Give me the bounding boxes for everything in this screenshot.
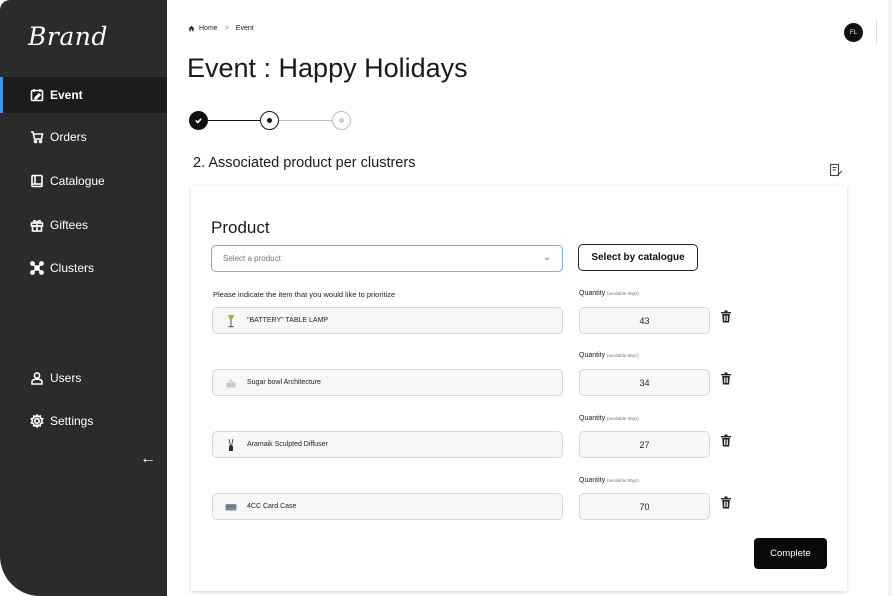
product-item-field[interactable]: "BATTERY" TABLE LAMP bbox=[212, 307, 563, 334]
quantity-input[interactable]: 27 bbox=[579, 431, 710, 458]
header-divider bbox=[876, 20, 877, 44]
edit-note-icon[interactable] bbox=[829, 163, 843, 177]
quantity-input[interactable]: 43 bbox=[579, 307, 710, 334]
calendar-edit-icon bbox=[30, 88, 44, 102]
quantity-label: Quantity (available 90pz) bbox=[579, 415, 639, 422]
complete-button[interactable]: Complete bbox=[754, 538, 827, 569]
sidebar: Brand Event Orders Catalogue Giftees Clu… bbox=[0, 0, 167, 596]
home-icon bbox=[188, 25, 195, 32]
sidebar-item-label: Giftees bbox=[50, 218, 89, 232]
book-icon bbox=[30, 174, 44, 188]
stepper-line-pending bbox=[279, 120, 332, 122]
breadcrumb-separator: > bbox=[224, 25, 229, 32]
trash-icon[interactable] bbox=[720, 496, 732, 509]
section-title: 2. Associated product per clustrers bbox=[193, 155, 416, 171]
breadcrumb-home[interactable]: Home bbox=[199, 25, 218, 32]
step-3-pending[interactable] bbox=[332, 111, 351, 130]
product-item-name: Aramaik Sculpted Diffuser bbox=[247, 441, 328, 448]
quantity-input[interactable]: 34 bbox=[579, 369, 710, 396]
sugar-bowl-thumbnail bbox=[224, 376, 238, 390]
lamp-thumbnail bbox=[224, 314, 238, 328]
trash-icon[interactable] bbox=[720, 434, 732, 447]
prioritize-label: Please indicate the item that you would … bbox=[213, 290, 396, 299]
product-item-field[interactable]: Sugar bowl Architecture bbox=[212, 369, 563, 396]
breadcrumb: Home > Event bbox=[188, 25, 254, 32]
sidebar-item-clusters[interactable]: Clusters bbox=[0, 250, 167, 286]
sidebar-item-settings[interactable]: Settings bbox=[0, 403, 167, 439]
quantity-input[interactable]: 70 bbox=[579, 493, 710, 520]
gear-icon bbox=[30, 414, 44, 428]
stepper-line-completed bbox=[208, 120, 260, 122]
page-scrollbar[interactable] bbox=[888, 0, 892, 596]
user-icon bbox=[30, 371, 44, 385]
trash-icon[interactable] bbox=[720, 372, 732, 385]
sidebar-item-label: Clusters bbox=[50, 261, 95, 275]
select-by-catalogue-button[interactable]: Select by catalogue bbox=[578, 244, 698, 271]
gift-icon bbox=[30, 218, 44, 232]
sidebar-item-catalogue[interactable]: Catalogue bbox=[0, 163, 167, 199]
avatar[interactable]: FL bbox=[844, 23, 863, 42]
card-title: Product bbox=[211, 218, 270, 237]
sidebar-item-giftees[interactable]: Giftees bbox=[0, 207, 167, 243]
stepper bbox=[189, 111, 354, 131]
product-item-name: 4CC Card Case bbox=[247, 503, 297, 510]
cart-icon bbox=[30, 130, 44, 144]
sidebar-item-users[interactable]: Users bbox=[0, 360, 167, 396]
clusters-icon bbox=[30, 261, 44, 275]
brand-logo[interactable]: Brand bbox=[28, 22, 108, 51]
diffuser-thumbnail bbox=[224, 438, 238, 452]
sidebar-item-label: Settings bbox=[50, 414, 94, 428]
sidebar-item-label: Users bbox=[50, 371, 82, 385]
breadcrumb-event[interactable]: Event bbox=[236, 25, 254, 32]
step-2-current[interactable] bbox=[260, 111, 279, 130]
check-icon bbox=[195, 118, 202, 124]
product-card: Product Select a product Select by catal… bbox=[191, 186, 847, 591]
product-item-name: "BATTERY" TABLE LAMP bbox=[247, 317, 329, 324]
quantity-label: Quantity (available 90pz) bbox=[579, 477, 639, 484]
sidebar-item-event[interactable]: Event bbox=[0, 77, 167, 113]
sidebar-item-label: Orders bbox=[50, 130, 87, 144]
collapse-sidebar-button[interactable]: ← bbox=[140, 450, 156, 468]
sidebar-item-orders[interactable]: Orders bbox=[0, 119, 167, 155]
sidebar-item-label: Catalogue bbox=[50, 174, 105, 188]
sidebar-item-label: Event bbox=[50, 88, 83, 102]
product-select[interactable]: Select a product bbox=[211, 245, 563, 272]
chevron-down-icon bbox=[544, 257, 550, 261]
step-1-completed[interactable] bbox=[189, 111, 208, 130]
page-title: Event : Happy Holidays bbox=[187, 53, 468, 83]
card-case-thumbnail bbox=[224, 500, 238, 514]
trash-icon[interactable] bbox=[720, 310, 732, 323]
quantity-label: Quantity (available 90pz) bbox=[579, 290, 639, 297]
product-item-field[interactable]: Aramaik Sculpted Diffuser bbox=[212, 431, 563, 458]
select-placeholder: Select a product bbox=[223, 254, 281, 263]
product-item-field[interactable]: 4CC Card Case bbox=[212, 493, 563, 520]
quantity-label: Quantity (available 90pz) bbox=[579, 352, 639, 359]
product-item-name: Sugar bowl Architecture bbox=[247, 379, 321, 386]
